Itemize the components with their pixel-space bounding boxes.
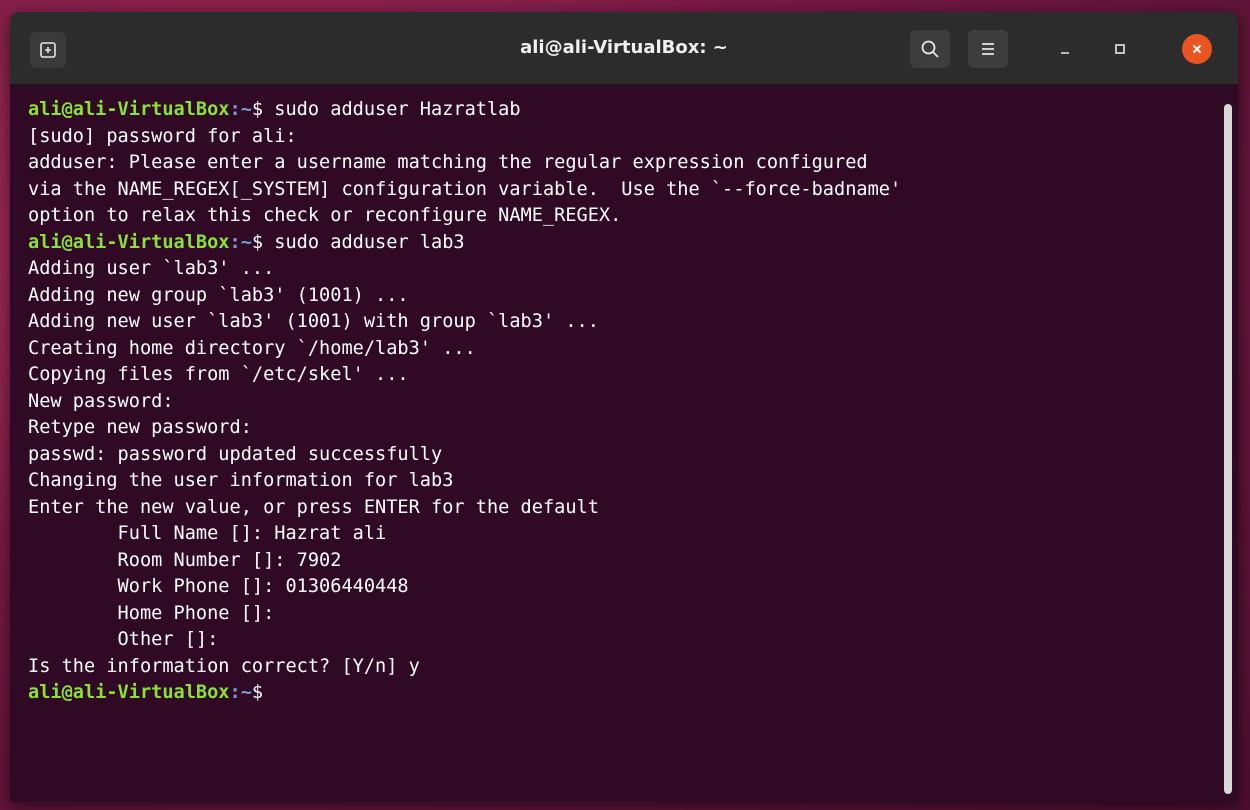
hamburger-menu-icon (982, 43, 994, 55)
command-text: sudo adduser Hazratlab (274, 99, 521, 120)
output-line: Retype new password: (28, 417, 252, 438)
terminal-window: ali@ali-VirtualBox: ~ ali@ali-VirtualBox… (10, 12, 1238, 802)
prompt-user-host: ali@ali-VirtualBox (28, 231, 230, 253)
search-button[interactable] (910, 30, 950, 68)
prompt-line: ali@ali-VirtualBox:~$ (28, 680, 1220, 707)
output-line: Changing the user information for lab3 (28, 470, 454, 491)
output-line: passwd: password updated successfully (28, 443, 443, 465)
minimize-icon (1061, 52, 1069, 54)
title-bar[interactable]: ali@ali-VirtualBox: ~ (10, 12, 1238, 85)
output-line: adduser: Please enter a username matchin… (28, 152, 868, 173)
prompt-line: ali@ali-VirtualBox:~$ sudo adduser lab3 (28, 230, 1220, 257)
prompt-path: :~ (229, 682, 252, 703)
prompt-sign: $ (251, 682, 275, 703)
maximize-button[interactable] (1105, 34, 1135, 64)
terminal-output[interactable]: ali@ali-VirtualBox:~$ sudo adduser Hazra… (10, 85, 1220, 802)
output-line: New password: (28, 390, 174, 412)
desktop-background: ali@ali-VirtualBox: ~ ali@ali-VirtualBox… (0, 0, 1250, 810)
output-line: Work Phone []: 01306440448 (28, 576, 409, 597)
search-icon (921, 40, 939, 58)
output-line: Adding new group `lab3' (1001) ... (28, 284, 409, 306)
output-line: Adding user `lab3' ... (28, 258, 275, 279)
output-line: Full Name []: Hazrat ali (28, 523, 387, 544)
output-line: Other []: (28, 629, 219, 650)
output-line: via the NAME_REGEX[_SYSTEM] configuratio… (28, 178, 902, 200)
prompt-sign: $ (251, 231, 275, 253)
new-tab-button[interactable] (30, 32, 66, 68)
menu-button[interactable] (968, 30, 1008, 68)
output-line: Copying files from `/etc/skel' ... (28, 364, 409, 385)
new-tab-icon (40, 42, 56, 58)
output-line: Adding new user `lab3' (1001) with group… (28, 311, 599, 332)
output-line: [sudo] password for ali: (28, 125, 297, 147)
close-icon (1192, 44, 1202, 54)
prompt-user-host: ali@ali-VirtualBox (28, 682, 230, 703)
output-line: Creating home directory `/home/lab3' ... (28, 337, 476, 359)
prompt-user-host: ali@ali-VirtualBox (28, 99, 230, 120)
command-text: sudo adduser lab3 (274, 231, 465, 253)
prompt-path: :~ (229, 231, 252, 253)
minimize-button[interactable] (1050, 34, 1080, 64)
close-button[interactable] (1182, 34, 1212, 64)
prompt-line: ali@ali-VirtualBox:~$ sudo adduser Hazra… (28, 97, 1220, 124)
prompt-path: :~ (229, 99, 252, 120)
output-line: option to relax this check or reconfigur… (28, 205, 622, 226)
output-line: Enter the new value, or press ENTER for … (28, 496, 599, 518)
scrollbar[interactable] (1224, 104, 1232, 794)
maximize-icon (1115, 44, 1125, 54)
prompt-sign: $ (251, 99, 275, 120)
output-line: Home Phone []: (28, 602, 275, 624)
output-line: Is the information correct? [Y/n] y (28, 655, 420, 677)
output-line: Room Number []: 7902 (28, 549, 342, 571)
